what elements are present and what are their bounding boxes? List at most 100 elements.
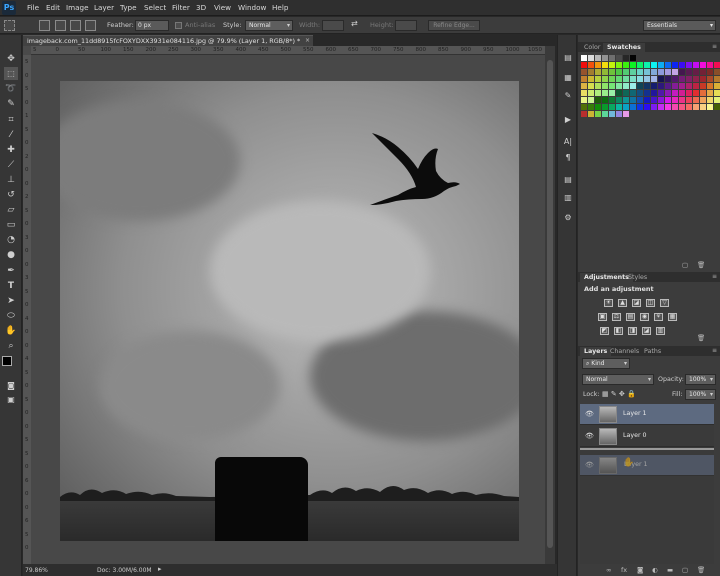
- color-swatch[interactable]: [693, 83, 699, 89]
- document-image[interactable]: [60, 81, 519, 541]
- panel-menu-icon[interactable]: ≡: [712, 273, 717, 280]
- color-swatch[interactable]: [700, 104, 706, 110]
- menu-layer[interactable]: Layer: [94, 3, 114, 12]
- marquee-tool-icon[interactable]: ⬚: [4, 67, 18, 80]
- info-panel-icon[interactable]: ▤: [562, 173, 574, 185]
- color-swatch[interactable]: [658, 76, 664, 82]
- screen-mode-icon[interactable]: ▣: [4, 393, 18, 406]
- move-tool-icon[interactable]: ✥: [4, 52, 18, 65]
- eyedropper-tool-icon[interactable]: ⁄: [4, 128, 18, 141]
- antialias-checkbox[interactable]: [175, 22, 182, 29]
- tab-paths[interactable]: Paths: [640, 347, 665, 356]
- spot-healing-tool-icon[interactable]: ✚: [4, 143, 18, 156]
- color-swatch[interactable]: [714, 104, 720, 110]
- color-swatch[interactable]: [651, 104, 657, 110]
- menu-edit[interactable]: Edit: [46, 3, 60, 12]
- color-swatch[interactable]: [616, 55, 622, 61]
- color-swatch[interactable]: [707, 104, 713, 110]
- adjustment-icon[interactable]: ▽: [660, 299, 669, 307]
- color-swatch[interactable]: [679, 69, 685, 75]
- new-group-icon[interactable]: ▬: [667, 566, 673, 574]
- color-swatch[interactable]: [693, 69, 699, 75]
- color-swatch[interactable]: [665, 104, 671, 110]
- adjustment-icon[interactable]: ▥: [656, 327, 665, 335]
- height-input[interactable]: [395, 20, 417, 31]
- color-swatch[interactable]: [616, 83, 622, 89]
- color-swatch[interactable]: [686, 76, 692, 82]
- color-swatch[interactable]: [588, 76, 594, 82]
- adjustment-icon[interactable]: ◩: [600, 327, 609, 335]
- status-menu-arrow-icon[interactable]: ▸: [158, 565, 162, 573]
- color-swatch[interactable]: [595, 111, 601, 117]
- document-size[interactable]: Doc: 3.00M/6.00M: [97, 567, 152, 574]
- color-swatch[interactable]: [616, 62, 622, 68]
- color-swatch[interactable]: [714, 76, 720, 82]
- color-swatch[interactable]: [623, 111, 629, 117]
- color-swatch[interactable]: [679, 62, 685, 68]
- panel-menu-icon[interactable]: ≡: [712, 43, 717, 50]
- color-swatch[interactable]: [595, 104, 601, 110]
- color-swatch[interactable]: [588, 111, 594, 117]
- color-swatch[interactable]: [700, 76, 706, 82]
- layer-row[interactable]: 👁 Layer 0: [580, 426, 714, 447]
- dodge-tool-icon[interactable]: ●: [4, 248, 18, 261]
- scrollbar-thumb[interactable]: [547, 60, 553, 548]
- color-swatch[interactable]: [581, 55, 587, 61]
- swap-dimensions-icon[interactable]: ⇄: [351, 19, 358, 28]
- color-swatch[interactable]: [637, 90, 643, 96]
- color-swatch[interactable]: [686, 97, 692, 103]
- color-swatch[interactable]: [581, 83, 587, 89]
- new-swatch-icon[interactable]: ▢: [682, 261, 688, 269]
- color-swatch[interactable]: [686, 104, 692, 110]
- color-swatch[interactable]: [707, 69, 713, 75]
- color-swatch[interactable]: [651, 90, 657, 96]
- new-selection-icon[interactable]: [39, 20, 50, 31]
- color-swatch[interactable]: [581, 76, 587, 82]
- color-swatch[interactable]: [588, 104, 594, 110]
- lasso-tool-icon[interactable]: ➰: [4, 82, 18, 95]
- color-swatch[interactable]: [637, 62, 643, 68]
- color-swatch[interactable]: [623, 90, 629, 96]
- color-swatch[interactable]: [658, 83, 664, 89]
- color-swatch[interactable]: [714, 83, 720, 89]
- color-swatch[interactable]: [623, 104, 629, 110]
- feather-input[interactable]: 0 px: [135, 20, 169, 31]
- color-swatch[interactable]: [658, 97, 664, 103]
- gradient-tool-icon[interactable]: ▭: [4, 218, 18, 231]
- color-swatch[interactable]: [679, 90, 685, 96]
- color-swatch[interactable]: [707, 62, 713, 68]
- color-swatch[interactable]: [658, 90, 664, 96]
- layer-row[interactable]: 👁 Layer 1: [580, 404, 714, 425]
- color-swatch[interactable]: [581, 104, 587, 110]
- ruler-origin[interactable]: [23, 46, 31, 55]
- color-swatch[interactable]: [588, 83, 594, 89]
- color-swatch[interactable]: [686, 83, 692, 89]
- delete-swatch-icon[interactable]: 🗑: [697, 261, 705, 269]
- color-swatch[interactable]: [644, 97, 650, 103]
- color-swatch[interactable]: [616, 97, 622, 103]
- color-swatch[interactable]: [651, 62, 657, 68]
- adjustment-icon[interactable]: ◧: [614, 327, 623, 335]
- type-tool-icon[interactable]: T: [4, 279, 18, 292]
- color-swatch[interactable]: [665, 83, 671, 89]
- adjustment-icon[interactable]: ⚘: [654, 313, 663, 321]
- color-swatch[interactable]: [644, 90, 650, 96]
- subtract-selection-icon[interactable]: [70, 20, 81, 31]
- color-swatch[interactable]: [700, 62, 706, 68]
- color-swatch[interactable]: [637, 76, 643, 82]
- menu-help[interactable]: Help: [272, 3, 288, 12]
- color-swatch[interactable]: [686, 90, 692, 96]
- menu-file[interactable]: File: [27, 3, 39, 12]
- tab-color[interactable]: Color: [580, 43, 604, 52]
- color-swatch[interactable]: [644, 83, 650, 89]
- add-mask-icon[interactable]: ◙: [637, 566, 643, 574]
- color-swatch[interactable]: [602, 55, 608, 61]
- tool-presets-panel-icon[interactable]: ⚙: [562, 211, 574, 223]
- menu-view[interactable]: View: [214, 3, 231, 12]
- eraser-tool-icon[interactable]: ▱: [4, 203, 18, 216]
- layer-style-fx-icon[interactable]: fx: [621, 566, 627, 574]
- color-swatch[interactable]: [609, 111, 615, 117]
- color-swatch[interactable]: [672, 104, 678, 110]
- color-swatch[interactable]: [595, 69, 601, 75]
- color-swatch[interactable]: [581, 62, 587, 68]
